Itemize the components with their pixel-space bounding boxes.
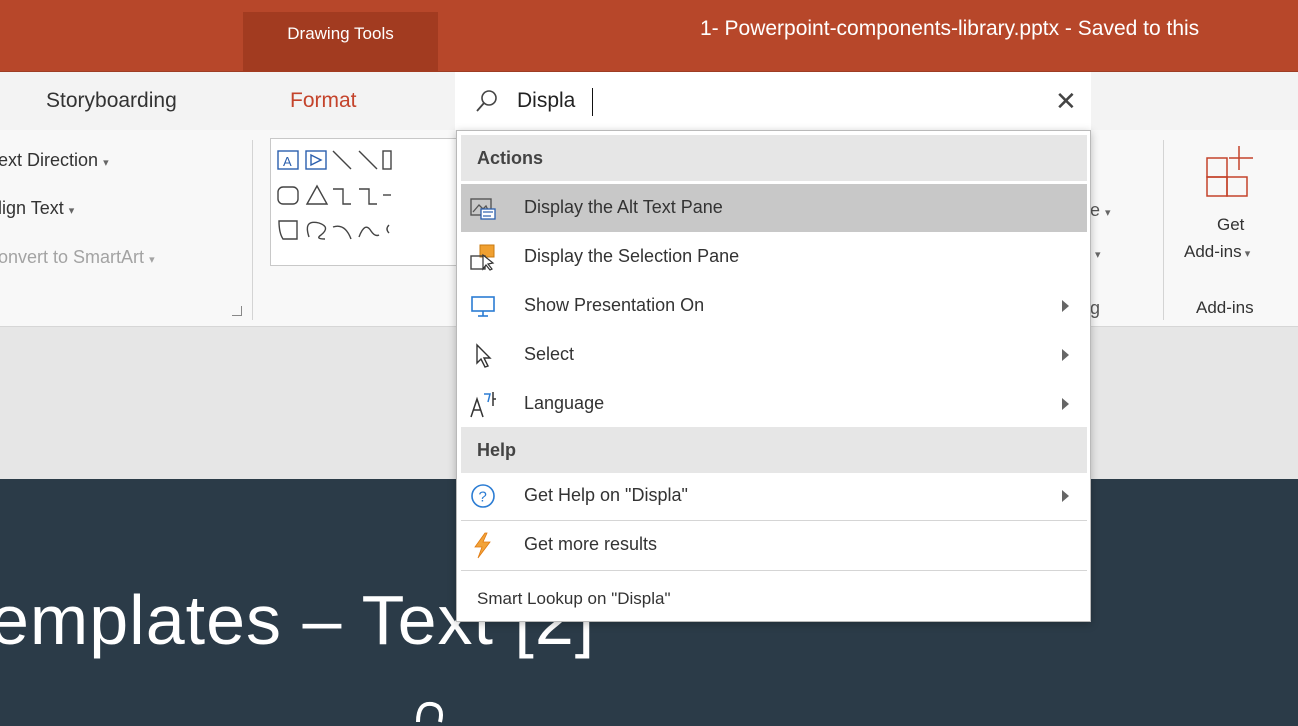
- convert-smartart-button[interactable]: onvert to SmartArt ▾: [0, 247, 155, 268]
- partial-ribbon-item[interactable]: e ▾: [1090, 200, 1111, 221]
- submenu-arrow-icon: [1062, 490, 1069, 502]
- text-direction-button[interactable]: ext Direction ▾: [0, 150, 109, 171]
- menu-item-selection-pane[interactable]: Display the Selection Pane: [461, 233, 1087, 281]
- partial-label: e: [1090, 200, 1101, 220]
- submenu-arrow-icon: [1062, 398, 1069, 410]
- search-results-dropdown: Actions Display the Alt Text Pane Displa…: [456, 130, 1091, 622]
- menu-item-get-more-results[interactable]: Get more results: [461, 521, 1087, 569]
- shapes-gallery[interactable]: A: [270, 138, 460, 266]
- align-text-button[interactable]: lign Text ▾: [0, 198, 74, 219]
- chevron-down-icon[interactable]: ▾: [1095, 248, 1101, 261]
- section-header-help: Help: [461, 427, 1087, 473]
- tab-format[interactable]: Format: [290, 89, 357, 113]
- chevron-down-icon: ▾: [1105, 207, 1111, 219]
- text-direction-label: ext Direction: [0, 150, 99, 170]
- menu-item-label: Language: [524, 393, 605, 413]
- svg-text:?: ?: [479, 489, 487, 506]
- svg-text:A: A: [283, 154, 292, 169]
- help-icon: ?: [471, 484, 495, 508]
- shapes-gallery-icons: A: [277, 150, 392, 240]
- language-icon: [470, 392, 496, 418]
- menu-item-language[interactable]: Language: [461, 380, 1087, 428]
- menu-item-alt-text-pane[interactable]: Display the Alt Text Pane: [461, 184, 1087, 232]
- chevron-down-icon: ▾: [149, 254, 155, 266]
- menu-item-show-presentation-on[interactable]: Show Presentation On: [461, 282, 1087, 330]
- menu-item-get-help[interactable]: ? Get Help on "Displa": [461, 472, 1087, 520]
- menu-item-select[interactable]: Select: [461, 331, 1087, 379]
- rotate-handle-icon[interactable]: [410, 698, 450, 726]
- search-icon: [476, 90, 497, 112]
- menu-item-label: Display the Selection Pane: [524, 246, 740, 266]
- partial-group-label: g: [1090, 298, 1101, 318]
- chevron-down-icon: ▾: [1241, 248, 1251, 260]
- group-divider: [252, 140, 253, 320]
- close-icon[interactable]: ✕: [1055, 88, 1077, 114]
- lightning-icon: [474, 532, 491, 559]
- addins-text: Add-ins: [1184, 242, 1242, 261]
- menu-divider: [461, 570, 1087, 571]
- tell-me-search-box[interactable]: ✕: [455, 72, 1091, 130]
- menu-item-label: Select: [524, 344, 575, 364]
- cursor-icon: [476, 343, 492, 368]
- monitor-icon: [471, 296, 495, 317]
- get-addins-label: Get: [1217, 215, 1245, 234]
- section-header-actions: Actions: [461, 135, 1087, 181]
- group-divider: [1163, 140, 1164, 320]
- menu-item-label: Get Help on "Displa": [524, 485, 688, 505]
- document-title: 1- Powerpoint-components-library.pptx - …: [700, 17, 1200, 40]
- contextual-tab-drawing-tools: Drawing Tools: [243, 12, 438, 72]
- menu-item-label: Show Presentation On: [524, 295, 705, 315]
- addins-group-label: Add-ins: [1196, 298, 1254, 317]
- title-bar: Drawing Tools 1- Powerpoint-components-l…: [0, 0, 1298, 72]
- smart-lookup-link[interactable]: Smart Lookup on "Displa": [477, 589, 671, 609]
- get-addins-button[interactable]: Get Add-ins ▾: [1170, 140, 1290, 290]
- submenu-arrow-icon: [1062, 300, 1069, 312]
- menu-item-label: Display the Alt Text Pane: [524, 197, 723, 217]
- submenu-arrow-icon: [1062, 349, 1069, 361]
- convert-smartart-label: onvert to SmartArt: [0, 247, 145, 267]
- alt-text-icon: [470, 198, 496, 220]
- dialog-launcher-icon[interactable]: [232, 306, 242, 316]
- align-text-label: lign Text: [0, 198, 64, 218]
- text-caret: [592, 88, 593, 116]
- menu-item-label: Get more results: [524, 534, 658, 554]
- tab-storyboarding[interactable]: Storyboarding: [46, 89, 177, 113]
- addins-grid-icon: [1206, 146, 1253, 197]
- selection-pane-icon: [470, 244, 495, 271]
- chevron-down-icon: ▾: [103, 157, 109, 169]
- get-addins-label-2: Add-ins ▾: [1184, 242, 1250, 262]
- chevron-down-icon: ▾: [68, 205, 75, 217]
